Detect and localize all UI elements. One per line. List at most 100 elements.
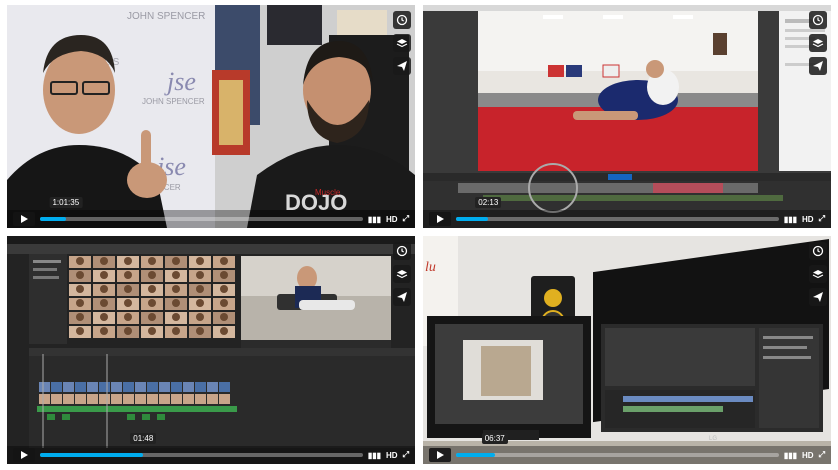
play-icon (437, 451, 444, 459)
volume-icon[interactable]: ▮▮▮ (368, 451, 381, 460)
video-clip[interactable] (183, 394, 194, 404)
play-button[interactable] (429, 212, 451, 226)
video-clip[interactable] (63, 382, 74, 392)
thumbnail-face (100, 313, 108, 321)
share-icon (813, 61, 823, 71)
video-clip[interactable] (87, 394, 98, 404)
thumbnail-face (148, 257, 156, 265)
svg-text:JOHN SPENCER: JOHN SPENCER (127, 11, 205, 22)
fullscreen-icon[interactable]: ⤢ (403, 450, 409, 460)
audio-clip[interactable] (127, 414, 135, 420)
fullscreen-icon[interactable]: ⤢ (819, 450, 825, 460)
svg-text:Muscle: Muscle (315, 188, 341, 197)
thumbnail-face (172, 327, 180, 335)
time-tooltip: 02:13 (475, 197, 502, 208)
video-clip[interactable] (39, 382, 50, 392)
share-button[interactable] (393, 288, 411, 306)
layers-button[interactable] (809, 34, 827, 52)
video-frame-3 (7, 236, 415, 464)
hd-button[interactable]: HD (386, 451, 398, 460)
thumbnail-face (124, 271, 132, 279)
video-clip[interactable] (111, 382, 122, 392)
video-frame-1: JOHN SPENCER jse JOHN SPENCER jse SPENCE… (7, 5, 415, 228)
video-clip[interactable] (219, 382, 230, 392)
video-clip[interactable] (99, 382, 110, 392)
video-clip[interactable] (147, 382, 158, 392)
share-button[interactable] (809, 288, 827, 306)
video-clip[interactable] (171, 394, 182, 404)
video-clip[interactable] (39, 394, 50, 404)
volume-icon[interactable]: ▮▮▮ (368, 215, 381, 224)
video-clip[interactable] (75, 382, 86, 392)
progress-fill (40, 217, 66, 221)
video-clip[interactable] (135, 394, 146, 404)
video-clip[interactable] (123, 394, 134, 404)
video-clip[interactable] (195, 394, 206, 404)
video-player-1[interactable]: JOHN SPENCER jse JOHN SPENCER jse SPENCE… (7, 5, 415, 228)
video-clip[interactable] (51, 382, 62, 392)
video-clip[interactable] (63, 394, 74, 404)
clock-button[interactable] (393, 11, 411, 29)
play-icon (21, 451, 28, 459)
clock-icon (812, 14, 824, 26)
share-button[interactable] (809, 57, 827, 75)
video-clip[interactable] (75, 394, 86, 404)
video-clip[interactable] (207, 394, 218, 404)
thumbnail-face (124, 285, 132, 293)
video-clip[interactable] (99, 394, 110, 404)
fullscreen-icon[interactable]: ⤢ (403, 214, 409, 224)
audio-clip[interactable] (157, 414, 165, 420)
play-button[interactable] (13, 448, 35, 462)
audio-clip[interactable] (62, 414, 70, 420)
progress-bar[interactable]: 02:13 (456, 197, 779, 221)
video-player-4[interactable]: lu LG LG 06:37 ▮▮▮ (423, 236, 831, 464)
audio-clip[interactable] (47, 414, 55, 420)
hd-button[interactable]: HD (386, 215, 398, 224)
progress-bar[interactable]: 06:37 (456, 433, 779, 457)
video-player-2[interactable]: 02:13 ▮▮▮ HD ⤢ (423, 5, 831, 228)
video-player-3[interactable]: 01:48 ▮▮▮ HD ⤢ (7, 236, 415, 464)
play-button[interactable] (13, 212, 35, 226)
share-button[interactable] (393, 57, 411, 75)
video-clip[interactable] (159, 382, 170, 392)
hd-button[interactable]: HD (802, 451, 814, 460)
thumbnail-face (148, 271, 156, 279)
layers-button[interactable] (393, 265, 411, 283)
audio-track[interactable] (37, 406, 237, 412)
layers-button[interactable] (809, 265, 827, 283)
thumbnail-face (148, 285, 156, 293)
play-icon (437, 215, 444, 223)
progress-bar[interactable]: 1:01:35 (40, 197, 363, 221)
play-button[interactable] (429, 448, 451, 462)
hd-button[interactable]: HD (802, 215, 814, 224)
clock-icon (812, 245, 824, 257)
clock-button[interactable] (809, 242, 827, 260)
clock-button[interactable] (809, 11, 827, 29)
clock-button[interactable] (393, 242, 411, 260)
progress-bar[interactable]: 01:48 (40, 433, 363, 457)
video-clip[interactable] (123, 382, 134, 392)
fullscreen-icon[interactable]: ⤢ (819, 214, 825, 224)
play-icon (21, 215, 28, 223)
thumbnail-face (220, 257, 228, 265)
video-clip[interactable] (147, 394, 158, 404)
video-clip[interactable] (195, 382, 206, 392)
video-clip[interactable] (183, 382, 194, 392)
video-clip[interactable] (51, 394, 62, 404)
video-clip[interactable] (219, 394, 230, 404)
layers-button[interactable] (393, 34, 411, 52)
audio-clip[interactable] (142, 414, 150, 420)
clock-icon (396, 14, 408, 26)
volume-icon[interactable]: ▮▮▮ (784, 451, 797, 460)
video-clip[interactable] (135, 382, 146, 392)
monitor-brand-right: LG (709, 436, 717, 442)
volume-icon[interactable]: ▮▮▮ (784, 215, 797, 224)
video-clip[interactable] (171, 382, 182, 392)
thumbnail-face (196, 257, 204, 265)
video-clip[interactable] (207, 382, 218, 392)
side-controls-3 (393, 242, 411, 306)
time-tooltip: 06:37 (481, 433, 508, 444)
video-clip[interactable] (111, 394, 122, 404)
video-clip[interactable] (87, 382, 98, 392)
video-clip[interactable] (159, 394, 170, 404)
